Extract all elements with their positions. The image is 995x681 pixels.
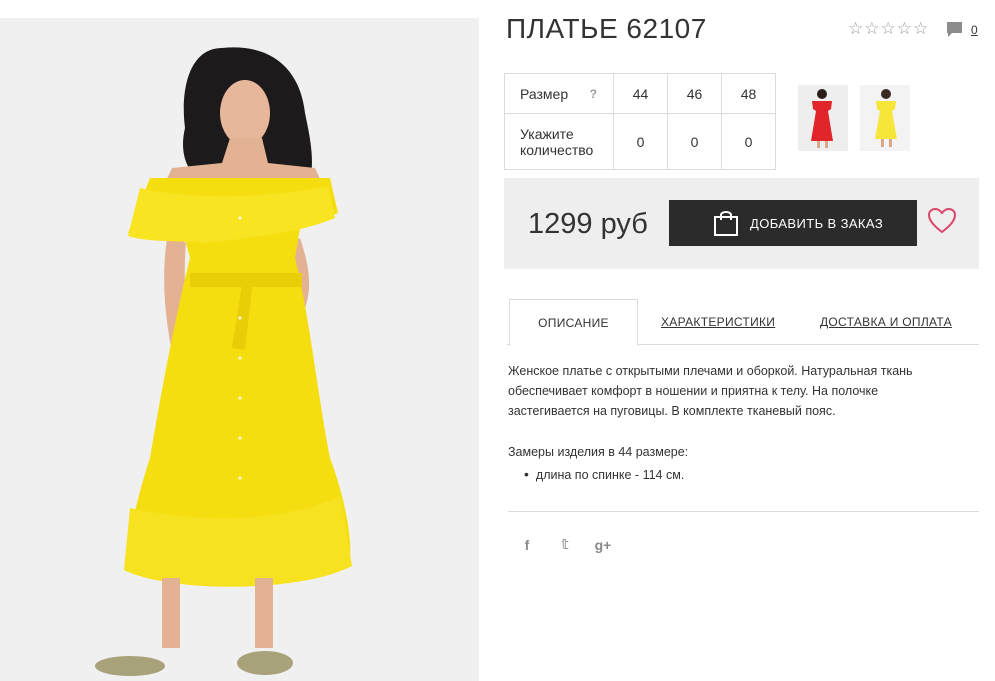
measurements-list: длина по спинке - 114 см.: [524, 466, 684, 482]
shopping-bag-icon: [714, 211, 738, 236]
add-to-order-label: ДОБАВИТЬ В ЗАКАЗ: [750, 216, 884, 231]
product-description: Женское платье с открытыми плечами и обо…: [508, 364, 913, 418]
quantity-input-48[interactable]: 0: [721, 113, 776, 170]
star-icon[interactable]: ☆: [848, 20, 863, 38]
thumbnail-red-dress[interactable]: [798, 85, 848, 151]
social-share: f 𝕥 g+: [518, 536, 612, 553]
star-icon[interactable]: ☆: [881, 20, 896, 38]
star-icon[interactable]: ☆: [864, 20, 879, 38]
measurements-title: Замеры изделия в 44 размере:: [508, 445, 689, 459]
size-option-44: 44: [613, 73, 668, 114]
buy-box: 1299 руб ДОБАВИТЬ В ЗАКАЗ: [504, 178, 979, 269]
product-tabs: ОПИСАНИЕ ХАРАКТЕРИСТИКИ ДОСТАВКА И ОПЛАТ…: [507, 299, 979, 346]
comments-count[interactable]: 0: [971, 23, 978, 37]
star-icon[interactable]: ☆: [913, 20, 928, 38]
tab-characteristics[interactable]: ХАРАКТЕРИСТИКИ: [661, 299, 775, 345]
facebook-icon[interactable]: f: [518, 537, 536, 553]
tab-description[interactable]: ОПИСАНИЕ: [509, 299, 638, 346]
product-title: ПЛАТЬЕ 62107: [506, 13, 707, 44]
quantity-input-44[interactable]: 0: [613, 113, 668, 170]
quantity-label: Укажите количество: [504, 113, 614, 170]
tab-delivery-payment[interactable]: ДОСТАВКА И ОПЛАТА: [820, 299, 952, 345]
size-table: Размер ? 44 46 48 Укажите количество 0 0…: [504, 73, 776, 170]
quantity-input-46[interactable]: 0: [667, 113, 722, 170]
size-help-icon[interactable]: ?: [590, 86, 597, 102]
speech-bubble-icon: [947, 22, 962, 37]
measurement-item: длина по спинке - 114 см.: [524, 466, 684, 482]
size-label: Размер: [520, 85, 569, 102]
google-plus-icon[interactable]: g+: [594, 537, 612, 553]
comments-link[interactable]: 0: [946, 21, 978, 38]
size-option-48: 48: [721, 73, 776, 114]
size-option-46: 46: [667, 73, 722, 114]
rating-stars[interactable]: ☆ ☆ ☆ ☆ ☆: [848, 20, 928, 38]
product-main-photo[interactable]: [0, 18, 479, 681]
star-icon[interactable]: ☆: [897, 20, 912, 38]
divider: [508, 511, 979, 512]
twitter-icon[interactable]: 𝕥: [556, 536, 574, 553]
heart-icon[interactable]: [928, 208, 956, 234]
product-price: 1299 руб: [528, 208, 648, 240]
thumbnail-yellow-dress[interactable]: [860, 85, 910, 151]
size-label-cell: Размер ?: [504, 73, 614, 114]
add-to-order-button[interactable]: ДОБАВИТЬ В ЗАКАЗ: [669, 200, 917, 246]
